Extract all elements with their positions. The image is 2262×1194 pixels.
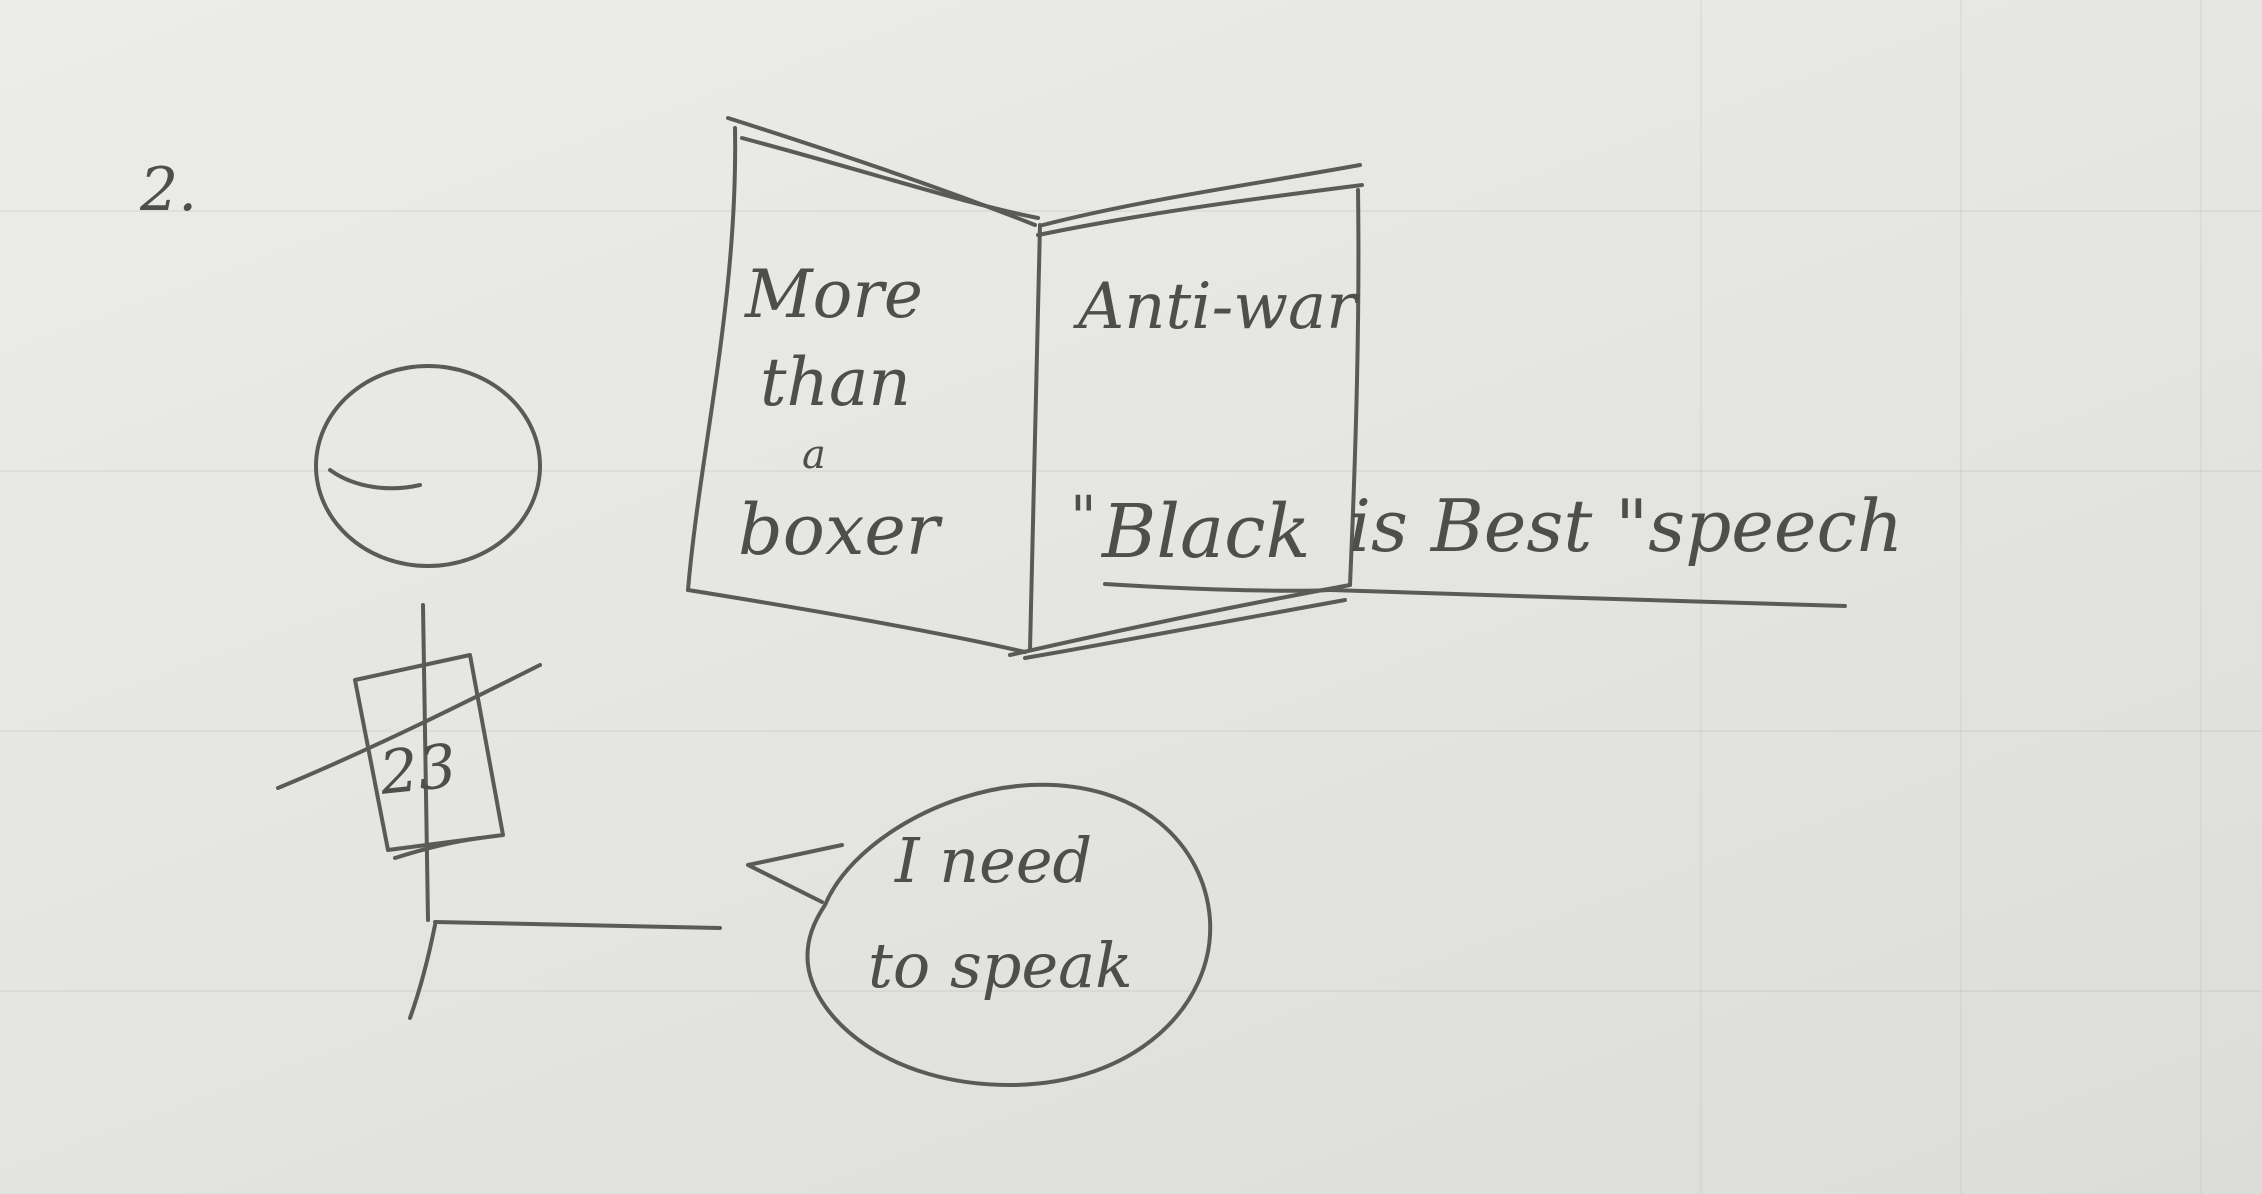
figure-leg xyxy=(408,923,437,1020)
speech-title-rest: is Best "speech xyxy=(1348,484,1904,568)
notebook-paper: 2. More than a boxer Anti-war " Black is… xyxy=(0,0,2262,1194)
speech-bubble-tail xyxy=(746,843,844,904)
underline xyxy=(1103,582,1332,593)
pencil-sketch xyxy=(276,116,1847,1087)
figure-arm xyxy=(433,920,722,930)
book-left-text-line4: boxer xyxy=(738,489,940,571)
underline xyxy=(1328,588,1847,608)
book-right-title: Anti-war xyxy=(1078,270,1357,344)
shirt-number: 23 xyxy=(376,731,460,809)
figure-head xyxy=(314,364,542,568)
page-number: 2. xyxy=(140,155,198,225)
stick-figure-drawing xyxy=(276,364,722,1020)
book-left-text-line1: More xyxy=(745,256,923,333)
speech-bubble-line2: to speak xyxy=(868,929,1133,1002)
speech-open-quote: " xyxy=(1070,483,1097,551)
speech-word-black: Black xyxy=(1102,489,1311,575)
speech-bubble-line1: I need xyxy=(895,824,1093,897)
book-left-text-line3: a xyxy=(802,432,826,478)
book-left-text-line2: than xyxy=(760,344,911,421)
